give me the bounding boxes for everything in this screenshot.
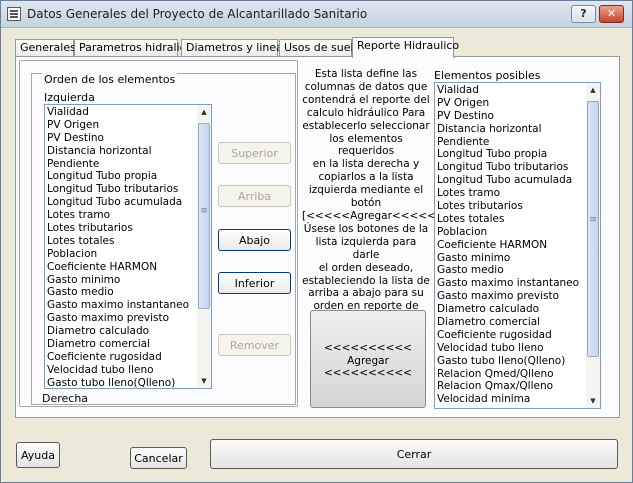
list-item[interactable]: Gasto tubo lleno(Qlleno)	[437, 355, 584, 368]
superior-button[interactable]: Superior	[218, 142, 291, 164]
cerrar-button[interactable]: Cerrar	[210, 439, 618, 469]
cancelar-button[interactable]: Cancelar	[130, 447, 187, 469]
arriba-button[interactable]: Arriba	[218, 185, 291, 207]
right-list-items: Vialidad PV Origen PV Destino Distancia hor…	[437, 84, 584, 406]
list-item[interactable]: Distancia horizontal	[47, 145, 195, 158]
list-item[interactable]: Lotes totales	[437, 213, 584, 226]
list-item[interactable]: Poblacion	[47, 248, 195, 261]
scroll-thumb[interactable]	[587, 101, 599, 357]
scroll-down-icon[interactable]: ▼	[586, 394, 600, 408]
tab-reporte-hidraulico[interactable]: Reporte Hidraulico	[352, 37, 459, 58]
right-list-scrollbar[interactable]: ▲ ▼	[586, 83, 600, 408]
list-item[interactable]: Gasto minimo	[47, 274, 195, 287]
list-item[interactable]: Lotes totales	[47, 235, 195, 248]
window-title: Datos Generales del Proyecto de Alcantar…	[27, 7, 368, 21]
list-item[interactable]: Gasto maximo instantaneo	[47, 299, 195, 312]
list-item[interactable]: Lotes tramo	[437, 187, 584, 200]
tab-usos-suelo[interactable]: Usos de suelo	[279, 39, 360, 57]
left-list[interactable]: Vialidad PV Origen PV Destino Distancia hor…	[44, 104, 212, 389]
list-item[interactable]: Diametro comercial	[437, 316, 584, 329]
scroll-up-icon[interactable]: ▲	[197, 105, 211, 119]
list-item[interactable]: PV Origen	[47, 119, 195, 132]
app-icon	[7, 7, 21, 21]
list-item[interactable]: Gasto medio	[437, 264, 584, 277]
list-item[interactable]: Pendiente	[437, 136, 584, 149]
list-item[interactable]: Gasto minimo	[437, 252, 584, 265]
inferior-button[interactable]: Inferior	[218, 272, 291, 294]
list-item[interactable]: Gasto maximo previsto	[437, 290, 584, 303]
order-group-title: Orden de los elementos	[42, 73, 178, 86]
list-item[interactable]: Longitud Tubo tributarios	[437, 161, 584, 174]
scroll-down-icon[interactable]: ▼	[197, 374, 211, 388]
list-item[interactable]: Velocidad minima	[437, 393, 584, 406]
help-button[interactable]: ?	[571, 5, 596, 23]
title-bar: Datos Generales del Proyecto de Alcantar…	[1, 1, 632, 28]
list-item[interactable]: Diametro calculado	[437, 303, 584, 316]
instructions-text: Esta lista define las columnas de datos …	[302, 68, 440, 325]
tab-diametros-lineas[interactable]: Diametros y lineas	[181, 39, 289, 57]
list-item[interactable]: Vialidad	[47, 106, 195, 119]
right-list-label: Elementos posibles	[434, 69, 541, 82]
list-item[interactable]: Longitud Tubo acumulada	[437, 174, 584, 187]
list-item[interactable]: Lotes tributarios	[47, 222, 195, 235]
remover-button[interactable]: Remover	[218, 334, 291, 356]
list-item[interactable]: PV Destino	[47, 132, 195, 145]
left-list-items: Vialidad PV Origen PV Destino Distancia hor…	[47, 106, 195, 388]
list-item[interactable]: Longitud Tubo propia	[47, 170, 195, 183]
list-item[interactable]: Coeficiente rugosidad	[437, 329, 584, 342]
left-list-label: Izquierda	[44, 91, 95, 104]
close-button[interactable]: ✕	[599, 5, 624, 23]
list-item[interactable]: Longitud Tubo acumulada	[47, 196, 195, 209]
list-item[interactable]: Velocidad tubo lleno	[47, 364, 195, 377]
list-item[interactable]: Relacion Qmax/Qlleno	[437, 380, 584, 393]
list-item[interactable]: Longitud Tubo tributarios	[47, 183, 195, 196]
list-item[interactable]: Gasto tubo lleno(Qlleno)	[47, 377, 195, 388]
list-item[interactable]: PV Origen	[437, 97, 584, 110]
right-list[interactable]: Vialidad PV Origen PV Destino Distancia hor…	[434, 82, 601, 409]
dialog-window: Datos Generales del Proyecto de Alcantar…	[0, 0, 633, 483]
scroll-thumb[interactable]	[198, 123, 210, 309]
tab-generales[interactable]: Generales	[15, 39, 76, 57]
tab-parametros-hidralica[interactable]: Parametros hidralica	[74, 39, 192, 57]
list-item[interactable]: Pendiente	[47, 158, 195, 171]
list-item[interactable]: Distancia horizontal	[437, 123, 584, 136]
abajo-button[interactable]: Abajo	[218, 229, 291, 251]
list-item[interactable]: Lotes tramo	[47, 209, 195, 222]
right-order-label: Derecha	[42, 392, 89, 405]
list-item[interactable]: Coeficiente HARMON	[47, 261, 195, 274]
list-item[interactable]: Diametro calculado	[47, 325, 195, 338]
list-item[interactable]: Poblacion	[437, 226, 584, 239]
list-item[interactable]: Gasto medio	[47, 286, 195, 299]
list-item[interactable]: Vialidad	[437, 84, 584, 97]
list-item[interactable]: Velocidad tubo lleno	[437, 342, 584, 355]
list-item[interactable]: Diametro comercial	[47, 338, 195, 351]
list-item[interactable]: Lotes tributarios	[437, 200, 584, 213]
list-item[interactable]: PV Destino	[437, 110, 584, 123]
left-list-scrollbar[interactable]: ▲ ▼	[197, 105, 211, 388]
list-item[interactable]: Relacion Qmed/Qlleno	[437, 368, 584, 381]
ayuda-button[interactable]: Ayuda	[16, 442, 60, 468]
agregar-button[interactable]: <<<<<<<<<< Agregar <<<<<<<<<<	[310, 310, 426, 408]
list-item[interactable]: Gasto maximo instantaneo	[437, 277, 584, 290]
list-item[interactable]: Gasto maximo previsto	[47, 312, 195, 325]
list-item[interactable]: Coeficiente HARMON	[437, 239, 584, 252]
scroll-up-icon[interactable]: ▲	[586, 83, 600, 97]
list-item[interactable]: Longitud Tubo propia	[437, 148, 584, 161]
list-item[interactable]: Coeficiente rugosidad	[47, 351, 195, 364]
